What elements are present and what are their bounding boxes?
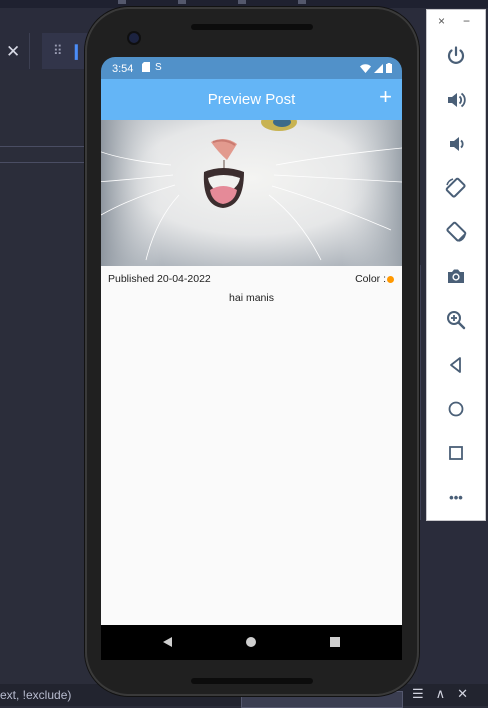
sim-icon: S xyxy=(155,62,162,73)
screenshot-button[interactable] xyxy=(441,261,471,291)
zoom-button[interactable] xyxy=(441,305,471,335)
android-nav-bar xyxy=(101,625,402,660)
rotate-right-button[interactable] xyxy=(441,217,471,247)
volume-up-button[interactable] xyxy=(441,85,471,115)
camera-icon xyxy=(448,269,464,283)
post-description: hai manis xyxy=(229,292,274,304)
volume-up-icon xyxy=(448,92,466,108)
overview-button[interactable] xyxy=(441,438,471,468)
power-icon xyxy=(447,46,465,64)
emulator-control-panel: × − ••• xyxy=(426,9,486,521)
zoom-icon xyxy=(447,311,466,330)
back-icon xyxy=(450,357,461,373)
post-content: Published 20-04-2022 Color : hai manis xyxy=(101,266,402,625)
phone-speaker xyxy=(191,24,313,30)
ide-divider xyxy=(0,146,85,147)
ide-close-button[interactable]: ✕ xyxy=(6,43,20,60)
volume-down-icon xyxy=(450,137,464,151)
cat-image xyxy=(101,120,402,266)
published-date: Published 20-04-2022 xyxy=(108,273,211,285)
rotate-right-icon xyxy=(446,221,467,242)
more-icon: ••• xyxy=(449,489,463,505)
emulator-panel-header: × − xyxy=(427,14,485,30)
front-camera xyxy=(129,33,139,43)
menu-icon[interactable]: ☰ xyxy=(412,686,436,701)
status-left-icons: S xyxy=(142,62,162,73)
ide-top-dots xyxy=(118,0,328,4)
ide-divider xyxy=(0,162,85,163)
app-bar: Preview Post + xyxy=(101,79,402,120)
nav-recents-icon[interactable] xyxy=(330,637,340,647)
more-button[interactable]: ••• xyxy=(441,482,471,512)
phone-screen: 3:54 S Preview Post + Published 20-04-20… xyxy=(101,57,402,660)
add-button[interactable]: + xyxy=(379,86,392,108)
emulator-close-button[interactable]: × xyxy=(438,14,445,28)
status-right-icons xyxy=(360,63,392,73)
ide-status-icons: ☰∧✕ xyxy=(412,686,480,702)
ide-right-strip xyxy=(418,520,488,684)
close-icon[interactable]: ✕ xyxy=(457,686,480,701)
battery-icon xyxy=(386,63,392,73)
power-button[interactable] xyxy=(441,41,471,71)
post-image xyxy=(101,120,402,266)
overview-icon xyxy=(449,446,463,460)
signal-icon xyxy=(374,63,383,73)
ide-status-text: ext, !exclude) xyxy=(0,688,72,702)
emulator-minimize-button[interactable]: − xyxy=(463,14,470,28)
grip-icon[interactable]: ⠿ xyxy=(53,43,63,59)
home-icon xyxy=(448,401,464,417)
ide-tab-separator xyxy=(29,33,30,69)
home-button[interactable] xyxy=(441,394,471,424)
chevron-up-icon[interactable]: ∧ xyxy=(436,686,458,701)
android-status-bar: 3:54 S xyxy=(101,57,402,79)
color-indicator xyxy=(387,276,394,283)
sd-card-icon xyxy=(142,62,150,72)
nav-home-icon[interactable] xyxy=(246,637,256,647)
page-title: Preview Post xyxy=(207,91,296,108)
rotate-left-button[interactable] xyxy=(441,173,471,203)
back-button[interactable] xyxy=(441,350,471,380)
nav-back-icon[interactable] xyxy=(163,637,172,647)
rotate-left-icon xyxy=(445,177,466,198)
volume-down-button[interactable] xyxy=(441,129,471,159)
status-time: 3:54 xyxy=(112,63,134,75)
color-label: Color : xyxy=(355,273,386,285)
wifi-icon xyxy=(360,63,371,73)
phone-bottom-speaker xyxy=(191,678,313,684)
